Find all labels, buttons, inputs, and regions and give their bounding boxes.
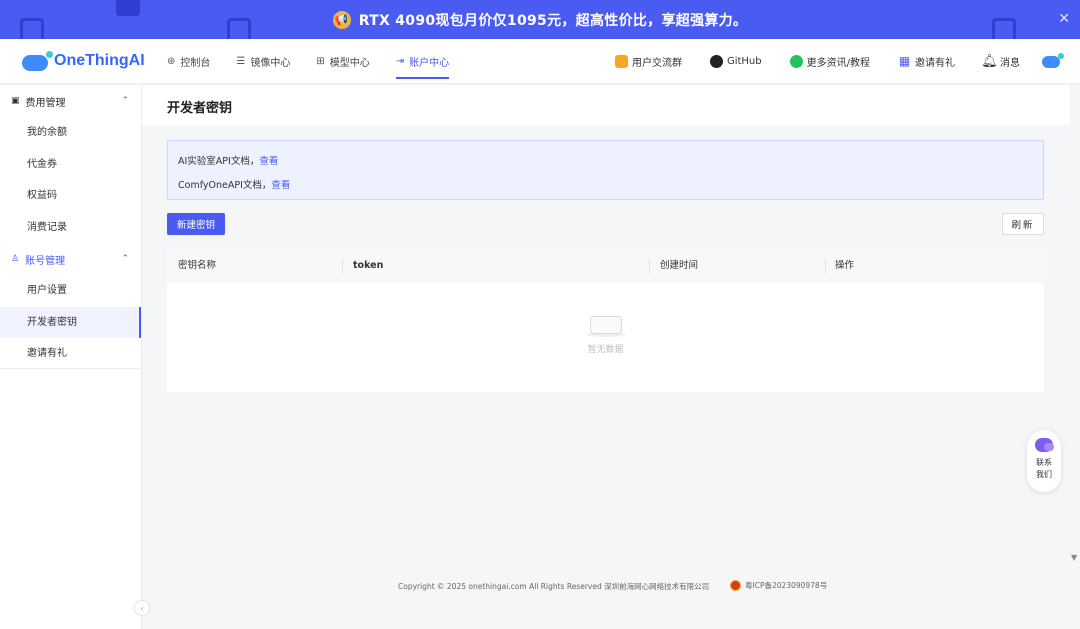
sidebar-item-vouchers[interactable]: 代金券 bbox=[0, 149, 141, 181]
column-header-key-name: 密钥名称 bbox=[178, 260, 217, 271]
tutorials-label: 更多资讯/教程 bbox=[806, 57, 870, 69]
ai-lab-docs-link[interactable]: 查看 bbox=[259, 156, 278, 167]
decorative-cube bbox=[992, 18, 1016, 39]
gift-icon: ▦ bbox=[898, 54, 911, 68]
new-key-button[interactable]: 新建密钥 bbox=[167, 213, 225, 235]
copyright-text: Copyright © 2025 onethingai.com All Righ… bbox=[398, 582, 710, 591]
sidebar-item-invite[interactable]: 邀请有礼 bbox=[0, 338, 141, 370]
scroll-down-arrow[interactable]: ▼ bbox=[1071, 553, 1077, 562]
decorative-cube bbox=[116, 0, 140, 16]
sidebar-item-consumption[interactable]: 消费记录 bbox=[0, 212, 141, 244]
messages-link[interactable]: 🔔︎ 消息 bbox=[981, 53, 1020, 69]
chevron-up-icon: ⌃ bbox=[121, 96, 129, 106]
nav-dashboard[interactable]: ⊛ 控制台 bbox=[167, 39, 210, 84]
sidebar-group-billing[interactable]: ▣ 费用管理 ⌃ bbox=[0, 85, 141, 117]
column-header-created: 创建时间 bbox=[660, 260, 699, 271]
nav-image-center-label: 镜像中心 bbox=[250, 57, 291, 69]
sidebar-item-developer-keys[interactable]: 开发者密钥 bbox=[0, 306, 141, 338]
column-header-token: token bbox=[353, 260, 384, 271]
nav-dashboard-label: 控制台 bbox=[180, 57, 211, 69]
messages-label: 消息 bbox=[1000, 57, 1020, 69]
dashboard-icon: ⊛ bbox=[167, 55, 176, 67]
logo-text: OneThingAI bbox=[54, 52, 145, 69]
sidebar-group-account[interactable]: ♙ 账号管理 ⌃ bbox=[0, 243, 141, 275]
nav-model-center[interactable]: ⊞ 模型中心 bbox=[316, 39, 369, 84]
user-icon: ♙ bbox=[11, 254, 20, 264]
empty-text: 暂无数据 bbox=[587, 345, 624, 355]
empty-inbox-icon bbox=[585, 310, 626, 337]
footer: Copyright © 2025 onethingai.com All Righ… bbox=[142, 580, 1080, 594]
notice-text: AI实验室API文档， bbox=[178, 156, 260, 167]
main-menu: ⊛ 控制台 ☰ 镜像中心 ⊞ 模型中心 ⇥ 账户中心 bbox=[167, 39, 475, 84]
chat-bubble-icon bbox=[1035, 438, 1054, 452]
bell-icon: 🔔︎ bbox=[981, 53, 998, 69]
header-links: 用户交流群 GitHub 更多资讯/教程 ▦ 邀请有礼 🔔︎ 消息 bbox=[587, 53, 1064, 69]
top-navigation: OneThingAI ⊛ 控制台 ☰ 镜像中心 ⊞ 模型中心 ⇥ 账户中心 用户… bbox=[0, 39, 1080, 84]
promo-banner: 📢 RTX 4090现包月价仅1095元，超高性价比，享超强算力。 ✕ bbox=[0, 0, 1080, 39]
group-chat-icon bbox=[614, 54, 628, 68]
account-icon: ⇥ bbox=[395, 55, 405, 67]
police-badge-icon bbox=[730, 580, 741, 591]
column-header-actions: 操作 bbox=[835, 260, 855, 271]
logo[interactable]: OneThingAI bbox=[22, 51, 167, 71]
wallet-icon: ▣ bbox=[11, 96, 20, 106]
user-group-label: 用户交流群 bbox=[631, 57, 682, 69]
decorative-cube bbox=[227, 18, 251, 39]
invite-link[interactable]: ▦ 邀请有礼 bbox=[898, 54, 955, 69]
nav-model-center-label: 模型中心 bbox=[329, 57, 370, 69]
github-link[interactable]: GitHub bbox=[709, 54, 762, 68]
api-docs-notice: AI实验室API文档，查看 ComfyOneAPI文档，查看 bbox=[167, 140, 1044, 200]
nav-account-center-label: 账户中心 bbox=[409, 57, 450, 69]
close-icon[interactable]: ✕ bbox=[1058, 11, 1070, 27]
divider bbox=[0, 368, 141, 369]
collapse-sidebar-button[interactable]: ‹ bbox=[134, 600, 150, 616]
github-icon bbox=[709, 54, 723, 68]
page-title: 开发者密钥 bbox=[167, 101, 233, 116]
column-divider bbox=[649, 258, 650, 273]
notice-line: AI实验室API文档，查看 bbox=[178, 153, 278, 167]
github-label: GitHub bbox=[726, 55, 762, 67]
sidebar-item-user-settings[interactable]: 用户设置 bbox=[0, 275, 141, 307]
model-icon: ⊞ bbox=[316, 55, 325, 67]
keys-table: 密钥名称 token 创建时间 操作 暂无数据 bbox=[167, 248, 1044, 392]
image-icon: ☰ bbox=[236, 55, 246, 67]
icp-text: 粤ICP备2023090978号 bbox=[745, 581, 828, 590]
refresh-button[interactable]: 刷新 bbox=[1002, 213, 1044, 235]
nav-image-center[interactable]: ☰ 镜像中心 bbox=[236, 39, 290, 84]
nav-account-center[interactable]: ⇥ 账户中心 bbox=[395, 39, 450, 84]
sidebar-item-balance[interactable]: 我的余额 bbox=[0, 117, 141, 149]
wechat-icon bbox=[789, 54, 803, 68]
decorative-cube bbox=[20, 18, 44, 39]
column-divider bbox=[825, 258, 826, 273]
comfy-docs-link[interactable]: 查看 bbox=[271, 180, 290, 191]
sidebar-group-label: 账号管理 bbox=[25, 255, 66, 267]
empty-state: 暂无数据 bbox=[167, 310, 1044, 355]
contact-label: 联系 我们 bbox=[1036, 458, 1052, 479]
logo-icon bbox=[22, 51, 53, 71]
invite-label: 邀请有礼 bbox=[915, 57, 955, 69]
user-group-link[interactable]: 用户交流群 bbox=[614, 54, 682, 69]
page-header: 开发者密钥 bbox=[142, 85, 1070, 125]
icp-link[interactable]: 粤ICP备2023090978号 bbox=[730, 580, 827, 591]
tutorials-link[interactable]: 更多资讯/教程 bbox=[789, 54, 870, 69]
chevron-up-icon: ⌃ bbox=[121, 254, 129, 264]
promo-text[interactable]: RTX 4090现包月价仅1095元，超高性价比，享超强算力。 bbox=[359, 10, 748, 30]
notice-line: ComfyOneAPI文档，查看 bbox=[178, 177, 290, 191]
table-header: 密钥名称 token 创建时间 操作 bbox=[167, 248, 1044, 283]
sidebar-group-label: 费用管理 bbox=[25, 97, 66, 109]
sidebar: ▣ 费用管理 ⌃ 我的余额 代金券 权益码 消费记录 ♙ 账号管理 ⌃ 用户设置… bbox=[0, 85, 142, 629]
sidebar-item-benefit-code[interactable]: 权益码 bbox=[0, 180, 141, 212]
megaphone-icon: 📢 bbox=[332, 10, 351, 29]
notice-text: ComfyOneAPI文档， bbox=[178, 180, 272, 191]
contact-us-button[interactable]: 联系 我们 bbox=[1027, 430, 1061, 492]
avatar[interactable] bbox=[1042, 53, 1064, 69]
column-divider bbox=[342, 258, 343, 273]
